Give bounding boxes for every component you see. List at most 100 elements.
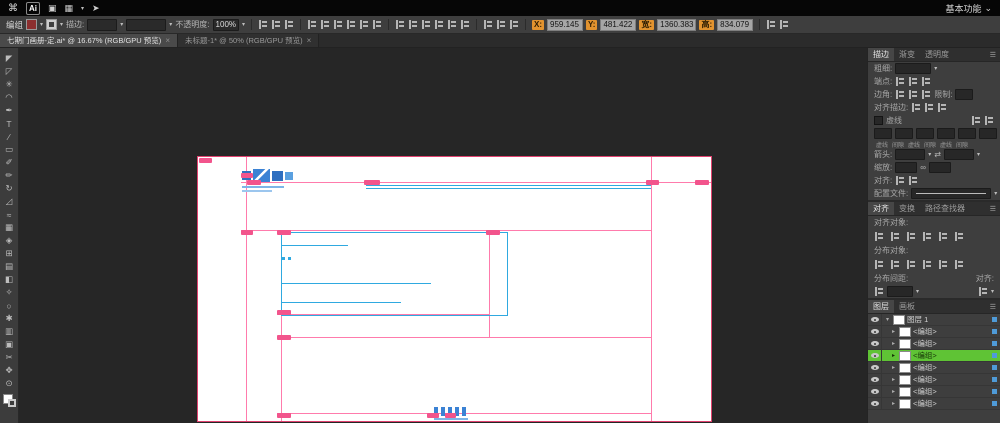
arrow-align-end-icon[interactable] [908, 176, 918, 185]
align-to-selection-icon[interactable] [978, 287, 988, 296]
expand-toggle[interactable]: ▸ [890, 352, 897, 359]
align-stroke-inside-icon[interactable] [924, 103, 934, 112]
layer-thumbnail[interactable] [899, 399, 911, 409]
align-dash-icon[interactable] [984, 116, 994, 125]
visibility-toggle[interactable] [868, 326, 882, 337]
y-input[interactable]: 481.422 [600, 19, 636, 31]
visibility-toggle[interactable] [868, 398, 882, 409]
distribute-bottom-icon[interactable] [906, 260, 916, 269]
paintbrush-tool[interactable]: ✐ [1, 156, 17, 169]
zoom-tool[interactable]: ⊙ [1, 377, 17, 390]
miter-limit-input[interactable] [955, 89, 973, 100]
align-middle-icon[interactable] [359, 20, 369, 29]
align-left-icon[interactable] [874, 232, 884, 241]
opacity-input[interactable]: 100% [213, 19, 239, 31]
panel-menu-icon[interactable]: ☰ [986, 300, 1000, 313]
layer-thumbnail[interactable] [899, 363, 911, 373]
align-top-icon[interactable] [346, 20, 356, 29]
lasso-tool[interactable]: ◠ [1, 91, 17, 104]
visibility-toggle[interactable] [868, 374, 882, 385]
anchor-point[interactable] [282, 257, 285, 260]
expand-toggle[interactable]: ▸ [890, 328, 897, 335]
footer-glyph[interactable] [462, 407, 466, 416]
dropdown-icon[interactable]: ▾ [928, 151, 931, 158]
spacing-value-select[interactable] [887, 286, 913, 297]
visibility-toggle[interactable] [868, 350, 882, 361]
layer-row[interactable]: ▾ 图层 1 [868, 314, 1000, 326]
arrow-align-tip-icon[interactable] [895, 176, 905, 185]
rotate-icon[interactable] [779, 20, 789, 29]
tab-artboards[interactable]: 画板 [894, 300, 920, 313]
width-input[interactable]: 1360.383 [657, 19, 696, 31]
miter-join-icon[interactable] [895, 90, 905, 99]
align-top-icon[interactable] [922, 232, 932, 241]
brush-definition-select[interactable] [126, 19, 166, 31]
distribute-right-icon[interactable] [954, 260, 964, 269]
send-backward-icon[interactable] [496, 20, 506, 29]
dropdown-icon[interactable]: ▾ [991, 288, 994, 295]
visibility-toggle[interactable] [868, 314, 882, 325]
opacity-dropdown-icon[interactable]: ▾ [242, 21, 245, 28]
expand-toggle[interactable]: ▸ [890, 388, 897, 395]
align-stroke-center-icon[interactable] [911, 103, 921, 112]
distribute-icon[interactable] [447, 20, 457, 29]
distribute-icon[interactable] [421, 20, 431, 29]
direct-selection-tool[interactable]: ◸ [1, 65, 17, 78]
dashed-line-checkbox[interactable] [874, 116, 883, 125]
eyedropper-tool[interactable]: ✧ [1, 286, 17, 299]
magic-wand-tool[interactable]: ✳ [1, 78, 17, 91]
arrange-dropdown-icon[interactable]: ▾ [81, 5, 84, 12]
align-v-center-icon[interactable] [938, 232, 948, 241]
group-icon[interactable] [509, 20, 519, 29]
dropdown-icon[interactable]: ▾ [934, 65, 937, 72]
column-graph-tool[interactable]: ▥ [1, 325, 17, 338]
distribute-icon[interactable] [408, 20, 418, 29]
free-transform-tool[interactable]: ▦ [1, 221, 17, 234]
line-segment-tool[interactable]: ∕ [1, 130, 17, 143]
artboard-tool[interactable]: ▣ [1, 338, 17, 351]
distribute-icon[interactable] [434, 20, 444, 29]
share-icon[interactable]: ➤ [92, 3, 100, 14]
layer-row-selected[interactable]: ▸ <编组> [868, 350, 1000, 362]
align-left-icon[interactable] [307, 20, 317, 29]
align-stroke-outside-icon[interactable] [937, 103, 947, 112]
document-tab-2[interactable]: 未标题-1* @ 50% (RGB/GPU 预览) × [178, 34, 319, 47]
pen-tool[interactable]: ✒ [1, 104, 17, 117]
tab-layers[interactable]: 图层 [868, 300, 894, 313]
layer-row[interactable]: ▸ <编组> [868, 326, 1000, 338]
distribute-left-icon[interactable] [922, 260, 932, 269]
layer-thumbnail[interactable] [899, 375, 911, 385]
fill-dropdown-icon[interactable]: ▾ [40, 21, 43, 28]
arrowhead-end-select[interactable] [944, 149, 974, 160]
edit-contents-icon[interactable] [271, 20, 281, 29]
path-line[interactable] [281, 302, 401, 303]
close-icon[interactable]: × [165, 36, 170, 45]
tab-align[interactable]: 对齐 [868, 202, 894, 215]
width-profile-select[interactable] [911, 188, 991, 199]
align-center-icon[interactable] [320, 20, 330, 29]
anchor-point[interactable] [288, 257, 291, 260]
align-right-icon[interactable] [906, 232, 916, 241]
tab-transform[interactable]: 变换 [894, 202, 920, 215]
width-tool[interactable]: ≈ [1, 208, 17, 221]
bring-forward-icon[interactable] [483, 20, 493, 29]
distribute-icon[interactable] [395, 20, 405, 29]
artboard[interactable] [198, 157, 711, 421]
mesh-tool[interactable]: ▤ [1, 260, 17, 273]
arrowhead-start-select[interactable] [895, 149, 925, 160]
layer-thumbnail[interactable] [893, 315, 905, 325]
round-join-icon[interactable] [908, 90, 918, 99]
panel-menu-icon[interactable]: ☰ [986, 48, 1000, 61]
visibility-toggle[interactable] [868, 362, 882, 373]
dropdown-icon[interactable]: ▾ [994, 190, 997, 197]
tab-pathfinder[interactable]: 路径查找器 [920, 202, 970, 215]
expand-toggle[interactable]: ▸ [890, 400, 897, 407]
pencil-tool[interactable]: ✏ [1, 169, 17, 182]
vertical-spacing-icon[interactable] [874, 287, 884, 296]
layer-thumbnail[interactable] [899, 387, 911, 397]
rotate-tool[interactable]: ↻ [1, 182, 17, 195]
stroke-weight-dropdown-icon[interactable]: ▾ [120, 21, 123, 28]
distribute-h-center-icon[interactable] [938, 260, 948, 269]
layer-thumbnail[interactable] [899, 351, 911, 361]
layer-row[interactable]: ▸ <编组> [868, 338, 1000, 350]
